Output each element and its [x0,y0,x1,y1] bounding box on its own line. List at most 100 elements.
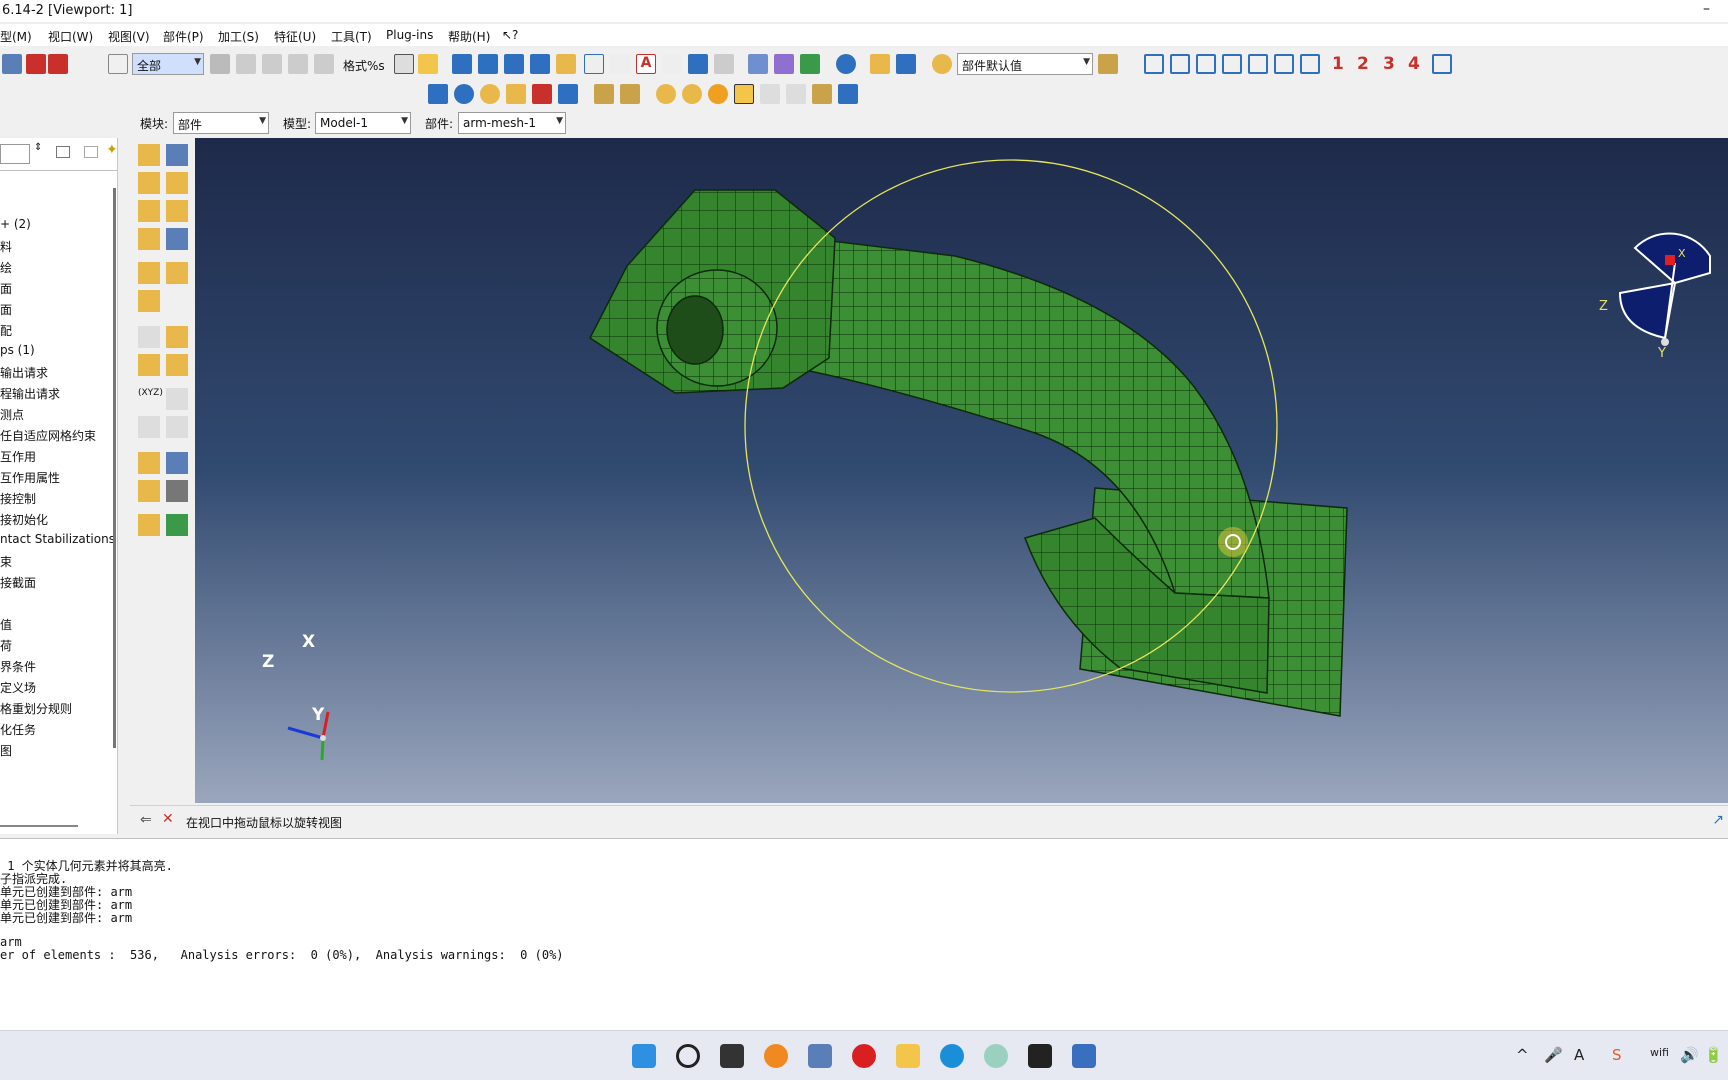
menu-view[interactable]: 视图(V) [108,28,150,45]
context-help-icon[interactable]: ↖? [502,28,518,42]
menu-feature[interactable]: 特征(U) [274,28,316,45]
datum-plane-icon[interactable] [138,416,160,438]
rotate-icon[interactable] [454,84,474,104]
view-axis-1-icon[interactable] [1144,54,1164,74]
volume-icon[interactable]: 🔊 [1680,1046,1699,1064]
tray-expand-icon[interactable]: ^ [1516,1046,1529,1064]
info-icon[interactable] [836,54,856,74]
mesh-tool-icon[interactable] [166,514,188,536]
menu-help[interactable]: 帮助(H) [448,28,490,45]
cube-outline-icon[interactable] [394,54,414,74]
app-icon[interactable] [984,1044,1008,1068]
view-axis-6-icon[interactable] [1274,54,1294,74]
save-as-icon[interactable] [48,54,68,74]
calculator-icon[interactable] [808,1044,832,1068]
union-icon[interactable] [656,84,676,104]
lightbulb-icon[interactable]: ✦ [106,142,118,158]
viewport-cascade-icon[interactable] [478,54,498,74]
datum-point-icon[interactable] [166,416,188,438]
tree-item[interactable]: + (2) [0,217,31,231]
tree-item[interactable]: 测点 [0,406,24,423]
tree-item[interactable]: 格重划分规则 [0,700,72,717]
tree-item[interactable]: 图 [0,742,12,759]
view-3-button[interactable]: 3 [1383,54,1395,74]
tree-icon[interactable] [812,84,832,104]
menu-shape[interactable]: 加工(S) [218,28,259,45]
create-part-icon[interactable] [138,144,160,166]
view-axis-2-icon[interactable] [1170,54,1190,74]
tree-item[interactable]: 值 [0,616,12,633]
microphone-icon[interactable]: 🎤 [1544,1046,1563,1064]
battery-icon[interactable]: 🔋 [1704,1046,1723,1064]
view-1-button[interactable]: 1 [1332,54,1344,74]
auto-fit-icon[interactable] [532,84,552,104]
tree-filter-select[interactable] [0,144,30,164]
extrude-icon[interactable] [138,172,160,194]
xyz-icon[interactable]: (XYZ) [138,388,163,410]
wire-icon[interactable] [138,452,160,474]
view-axis-4-icon[interactable] [1222,54,1242,74]
zoom-icon[interactable] [480,84,500,104]
tree-item[interactable]: 接截面 [0,574,36,591]
select-arrow-icon[interactable] [108,54,128,74]
edge-icon[interactable] [940,1044,964,1068]
netease-music-icon[interactable] [852,1044,876,1068]
print-icon[interactable] [2,54,22,74]
format-label[interactable]: 格式%s [343,57,385,74]
viewport-tile-icon[interactable] [452,54,472,74]
cancel-icon[interactable]: ✕ [162,811,174,827]
list-icon[interactable] [714,54,734,74]
pointer-icon[interactable] [662,54,682,74]
sketch-icon[interactable] [138,480,160,502]
save-icon[interactable] [26,54,46,74]
abaqus-icon[interactable] [1072,1044,1096,1068]
query-icon[interactable] [870,54,890,74]
part-select[interactable]: arm-mesh-1 ▼ [458,112,566,134]
tree-item[interactable]: 面 [0,301,12,318]
tree-item[interactable]: ps (1) [0,343,35,357]
partition-icon[interactable] [138,326,160,348]
spring-icon[interactable] [166,452,188,474]
menu-tools[interactable]: 工具(T) [331,28,372,45]
menu-plugins[interactable]: Plug-ins [386,28,433,42]
tree-item[interactable]: 料 [0,238,12,255]
tree-scrollbar[interactable] [113,188,116,748]
tree-item[interactable]: 互作用 [0,448,36,465]
tree-item[interactable]: 荷 [0,637,12,654]
geometry-edit-icon[interactable] [138,514,160,536]
menu-part[interactable]: 部件(P) [163,28,204,45]
minimize-button[interactable]: – [1703,1,1710,17]
view-axis-5-icon[interactable] [1248,54,1268,74]
part-manager-icon[interactable] [166,144,188,166]
view-4-button[interactable]: 4 [1408,54,1420,74]
app-tray-icon[interactable]: S [1612,1046,1622,1064]
viewport[interactable]: X Z Y X Z Y [195,138,1728,803]
tree-collapse-icon[interactable] [84,146,98,158]
part-mesh[interactable] [589,189,1348,717]
ladder-icon[interactable] [620,84,640,104]
everything-icon[interactable] [764,1044,788,1068]
view-2-button[interactable]: 2 [1357,54,1369,74]
select-rect-icon[interactable] [262,54,282,74]
up-down-icon[interactable]: ⇕ [34,142,42,153]
tree-item[interactable]: 面 [0,280,12,297]
tools-icon[interactable] [166,480,188,502]
shaded-display-icon[interactable] [800,54,820,74]
calculator-table-icon[interactable] [896,54,916,74]
blend-icon[interactable] [138,228,160,250]
tree-item[interactable]: 输出请求 [0,364,48,381]
arrow-annotation-icon[interactable] [610,54,630,74]
render-style-select[interactable]: 部件默认值 ▼ [957,53,1093,75]
cycle-views-icon[interactable] [558,84,578,104]
file-explorer-icon[interactable] [896,1044,920,1068]
shell-icon[interactable] [166,228,188,250]
triad-view-icon[interactable] [1432,54,1452,74]
selection-box-icon[interactable] [210,54,230,74]
terminal-icon[interactable] [1028,1044,1052,1068]
csys-icon[interactable] [166,388,188,410]
wifi-icon[interactable]: wifi [1650,1046,1669,1059]
select-tool-icon[interactable] [288,54,308,74]
chamfer-icon[interactable] [166,262,188,284]
cube-shaded-icon[interactable] [418,54,438,74]
text-annotation-icon[interactable]: A [636,54,656,74]
